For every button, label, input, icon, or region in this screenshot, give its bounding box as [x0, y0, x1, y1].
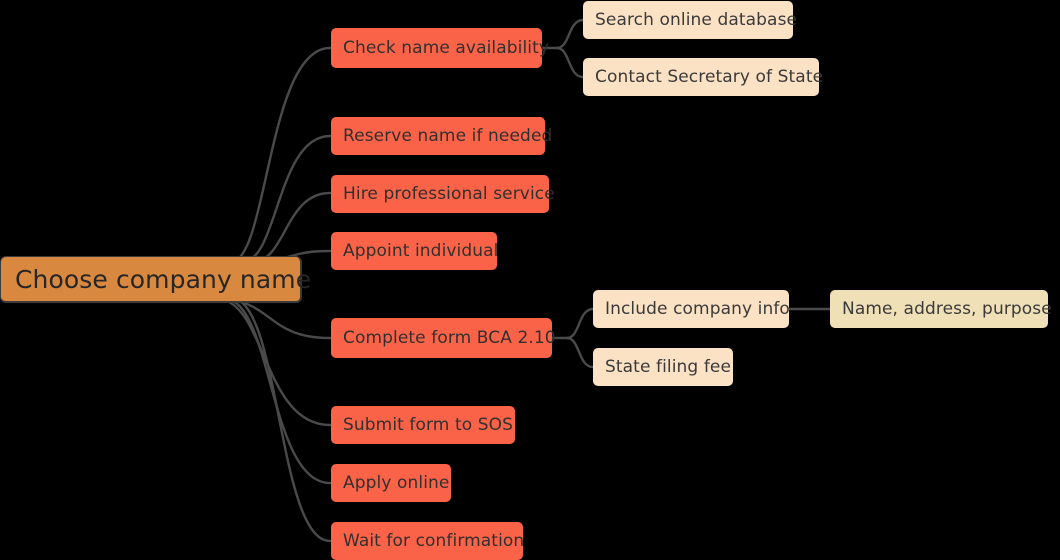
edge-root-to-hire-professional-service	[253, 191, 332, 264]
node-check-name-availability[interactable]: Check name availability	[331, 28, 549, 68]
edge-complete-form-to-state-filing-fee	[565, 336, 595, 369]
node-label: Apply online	[343, 473, 450, 493]
edge-complete-form-to-include-company-info	[565, 307, 595, 340]
edge-root-to-complete-form-bca-210	[230, 298, 332, 340]
node-search-online-database[interactable]: Search online database	[583, 1, 797, 39]
node-label: Submit form to SOS	[343, 415, 513, 435]
edge-check-to-contact-secretary-of-state	[555, 46, 585, 79]
node-reserve-name-if-needed[interactable]: Reserve name if needed	[331, 117, 552, 155]
node-complete-form-bca-210[interactable]: Complete form BCA 2.10	[331, 318, 556, 358]
edge-root-to-submit-form-to-sos	[222, 298, 332, 427]
node-include-company-info[interactable]: Include company info	[593, 290, 790, 328]
node-label: Hire professional service	[343, 184, 555, 204]
edge-root-to-reserve-name-if-needed	[242, 134, 332, 264]
node-submit-form-to-sos[interactable]: Submit form to SOS	[331, 406, 515, 444]
node-label: Search online database	[595, 10, 798, 30]
node-contact-secretary-of-state[interactable]: Contact Secretary of State	[583, 58, 823, 96]
node-label: Wait for confirmation	[343, 531, 525, 551]
edge-root-to-apply-online	[229, 298, 332, 485]
edge-root-to-check-name-availability	[230, 46, 332, 264]
mindmap-canvas: Choose company name Check name availabil…	[0, 0, 1060, 560]
node-label: Appoint individual	[343, 241, 499, 261]
node-appoint-individual[interactable]: Appoint individual	[331, 232, 499, 270]
edge-root-to-wait-for-confirmation	[236, 298, 332, 543]
node-wait-for-confirmation[interactable]: Wait for confirmation	[331, 522, 525, 560]
node-label: State filing fee	[605, 357, 732, 377]
node-label: Include company info	[605, 299, 790, 319]
node-label: Reserve name if needed	[343, 126, 553, 146]
node-name-address-purpose[interactable]: Name, address, purpose	[830, 290, 1052, 328]
node-label: Choose company name	[15, 264, 312, 294]
node-label: Contact Secretary of State	[595, 67, 824, 87]
node-root-choose-company-name[interactable]: Choose company name	[0, 256, 311, 303]
node-label: Check name availability	[343, 38, 550, 58]
node-state-filing-fee[interactable]: State filing fee	[593, 348, 733, 386]
edge-check-to-search-online-database	[555, 18, 585, 50]
node-label: Name, address, purpose	[842, 299, 1052, 319]
node-hire-professional-service[interactable]: Hire professional service	[331, 175, 555, 213]
node-label: Complete form BCA 2.10	[343, 328, 556, 348]
node-apply-online[interactable]: Apply online	[331, 464, 451, 502]
